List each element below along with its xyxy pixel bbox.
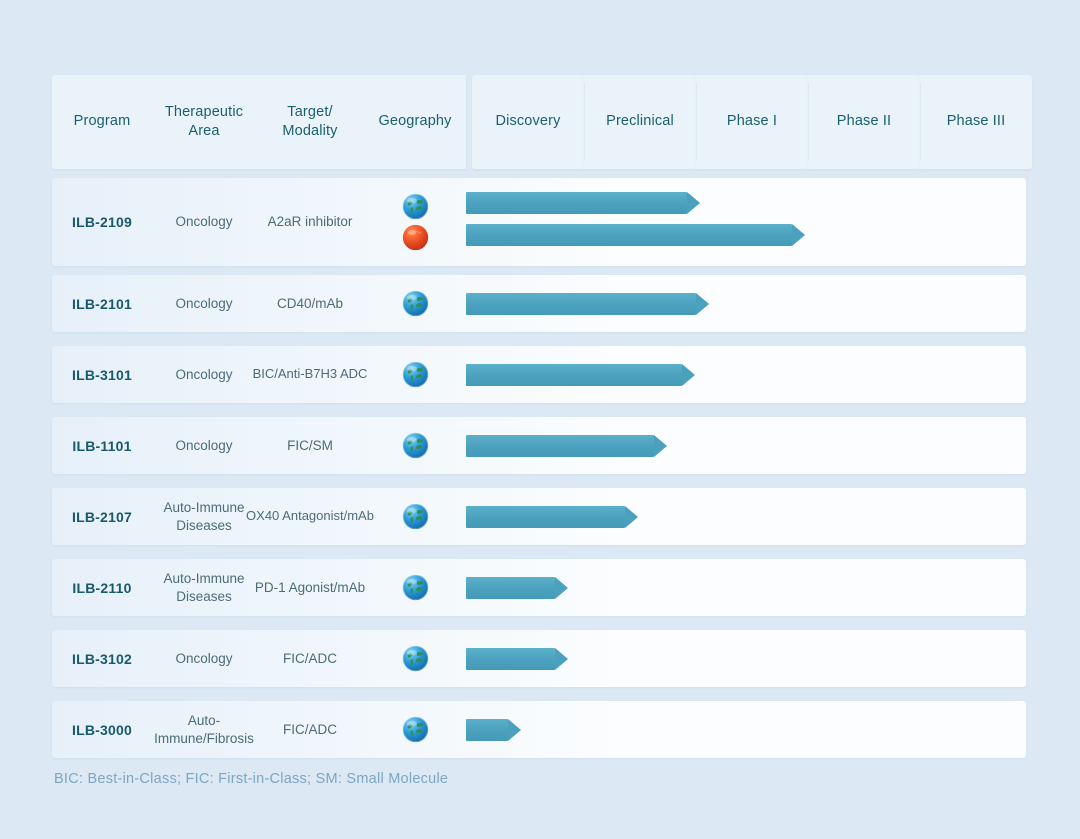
- column-header-phase-3: Phase III: [920, 75, 1032, 169]
- target-modality-value: FIC/SM: [287, 437, 333, 453]
- header-phase-group: Discovery Preclinical Phase I Phase II P…: [472, 75, 1032, 169]
- program-id: ILB-2107: [72, 508, 132, 525]
- geography-value: [364, 346, 466, 403]
- program-id: ILB-3102: [72, 650, 132, 667]
- progress-bar: [466, 434, 667, 457]
- globe-world-icon: [402, 432, 429, 459]
- phase-track: [466, 630, 1026, 687]
- therapeutic-area-value: Auto- Immune/Fibrosis: [154, 713, 254, 746]
- column-header-phase-2: Phase II: [808, 75, 920, 169]
- column-header-preclinical: Preclinical: [584, 75, 696, 169]
- pipeline-row[interactable]: ILB-3102 Oncology FIC/ADC: [52, 630, 1026, 687]
- progress-bar: [466, 505, 638, 528]
- therapeutic-area-value: Oncology: [175, 437, 233, 453]
- geography-value: [364, 701, 466, 758]
- progress-bar: [466, 718, 521, 741]
- pipeline-row[interactable]: ILB-2101 Oncology CD40/mAb: [52, 275, 1026, 332]
- footnote-abbreviations: BIC: Best-in-Class; FIC: First-in-Class;…: [54, 771, 449, 787]
- globe-china-icon: [402, 224, 429, 251]
- globe-world-icon: [402, 503, 429, 530]
- pipeline-row[interactable]: ILB-2109 Oncology A2aR inhibitor: [52, 178, 1026, 266]
- geography-value: [364, 417, 466, 474]
- pipeline-row[interactable]: ILB-3000 Auto- Immune/Fibrosis FIC/ADC: [52, 701, 1026, 758]
- phase-track: [466, 701, 1026, 758]
- globe-world-icon: [402, 361, 429, 388]
- program-id: ILB-2109: [72, 214, 132, 230]
- progress-bar: [466, 192, 700, 214]
- globe-world-icon: [402, 290, 429, 317]
- pipeline-rows: ILB-2109 Oncology A2aR inhibitor ILB-2101 On…: [52, 178, 1026, 772]
- table-header: Program Therapeutic Area Target/Modality …: [52, 75, 1032, 169]
- phase-track: [466, 275, 1026, 332]
- globe-world-icon: [402, 574, 429, 601]
- column-header-therapeutic-area: Therapeutic Area: [164, 103, 244, 139]
- program-id: ILB-2101: [72, 295, 132, 312]
- therapeutic-area-value: Auto-Immune Diseases: [163, 571, 245, 604]
- target-modality-value: FIC/ADC: [283, 650, 337, 666]
- progress-bar: [466, 224, 805, 246]
- pipeline-chart: Program Therapeutic Area Target/Modality …: [0, 0, 1080, 839]
- column-header-discovery: Discovery: [472, 75, 584, 169]
- globe-world-icon: [402, 193, 429, 220]
- pipeline-row[interactable]: ILB-1101 Oncology FIC/SM: [52, 417, 1026, 474]
- target-modality-value: BIC/Anti-B7H3 ADC: [252, 366, 368, 382]
- geography-value: [364, 178, 466, 266]
- therapeutic-area-value: Auto-Immune Diseases: [163, 500, 245, 533]
- geography-value: [364, 488, 466, 545]
- progress-bar: [466, 363, 695, 386]
- pipeline-row[interactable]: ILB-2107 Auto-Immune Diseases OX40 Antagoni…: [52, 488, 1026, 545]
- column-header-phase-1: Phase I: [696, 75, 808, 169]
- progress-bar: [466, 576, 568, 599]
- geography-value: [364, 275, 466, 332]
- progress-bar: [466, 647, 568, 670]
- target-modality-value: A2aR inhibitor: [267, 214, 353, 230]
- phase-track: [466, 417, 1026, 474]
- therapeutic-area-value: Oncology: [175, 650, 233, 666]
- therapeutic-area-value: Oncology: [175, 214, 233, 230]
- globe-world-icon: [402, 645, 429, 672]
- therapeutic-area-value: Oncology: [175, 366, 233, 382]
- program-id: ILB-2110: [72, 579, 132, 596]
- therapeutic-area-value: Oncology: [175, 295, 233, 311]
- globe-world-icon: [402, 716, 429, 743]
- geography-value: [364, 559, 466, 616]
- phase-track: [466, 178, 1026, 266]
- target-modality-value: FIC/ADC: [283, 721, 337, 737]
- program-id: ILB-1101: [72, 437, 132, 454]
- geography-value: [364, 630, 466, 687]
- progress-bar: [466, 292, 709, 315]
- column-header-program: Program: [73, 113, 131, 130]
- column-header-target-modality: Target/Modality: [282, 103, 338, 139]
- phase-track: [466, 346, 1026, 403]
- pipeline-row[interactable]: ILB-2110 Auto-Immune Diseases PD-1 Agonist/…: [52, 559, 1026, 616]
- target-modality-value: PD-1 Agonist/mAb: [254, 579, 366, 595]
- phase-track: [466, 559, 1026, 616]
- phase-track: [466, 488, 1026, 545]
- pipeline-row[interactable]: ILB-3101 Oncology BIC/Anti-B7H3 ADC: [52, 346, 1026, 403]
- target-modality-value: OX40 Antagonist/mAb: [246, 508, 374, 524]
- column-header-geography: Geography: [378, 113, 452, 130]
- program-id: ILB-3101: [72, 366, 132, 383]
- program-id: ILB-3000: [72, 721, 132, 738]
- header-left-group: Program Therapeutic Area Target/Modality …: [52, 75, 466, 169]
- target-modality-value: CD40/mAb: [276, 295, 344, 311]
